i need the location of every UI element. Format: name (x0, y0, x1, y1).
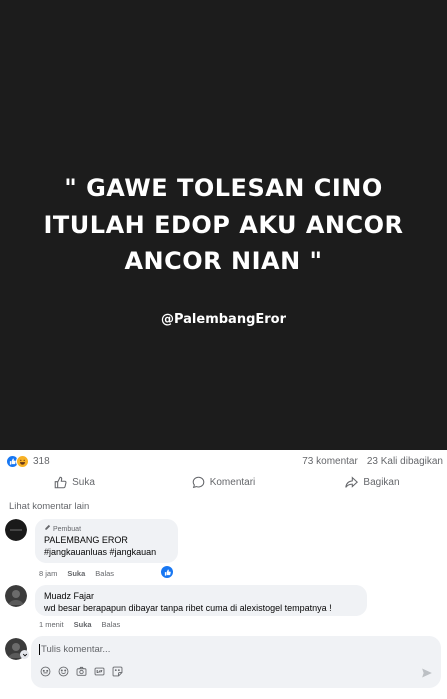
quote-line-3: ANCOR NIAN " (124, 247, 323, 275)
quote-line-2: ITULAH EDOP AKU ANCOR (43, 210, 404, 239)
share-arrow-icon (345, 475, 359, 489)
post-stats: 318 73 komentar 23 Kali dibagikan (0, 453, 447, 471)
comment-composer: Tulis komentar... (5, 636, 445, 690)
comment-meta: 1 menit Suka Balas (39, 620, 120, 629)
share-button-label: Bagikan (363, 476, 400, 488)
comment-text: wd besar berapapun dibayar tanpa ribet c… (44, 603, 332, 613)
like-button-label: Suka (72, 476, 95, 488)
comment-author[interactable]: Muadz Fajar (44, 590, 358, 602)
comment-bubble: Pembuat PALEMBANG EROR #jangkauanluas #j… (35, 519, 178, 563)
share-button[interactable]: Bagikan (298, 472, 447, 492)
reactions-summary[interactable]: 318 (6, 455, 50, 468)
avatar-sticker-icon[interactable] (40, 666, 51, 677)
comment-meta: 8 jam Suka Balas (39, 569, 114, 578)
comment-button-label: Komentari (209, 476, 256, 488)
chevron-down-icon[interactable] (20, 650, 29, 659)
reaction-count: 318 (33, 456, 50, 467)
comment-author[interactable]: PALEMBANG EROR (44, 534, 169, 546)
comment-time[interactable]: 8 jam (39, 569, 57, 578)
quote-line-1: " GAWE TOLESAN CINO (64, 174, 383, 202)
gif-icon[interactable] (94, 666, 105, 677)
comment-text: #jangkauanluas #jangkauan (44, 547, 157, 557)
comment-like-link[interactable]: Suka (74, 620, 92, 629)
emoji-icon[interactable] (58, 666, 69, 677)
pencil-icon (44, 524, 51, 534)
comment-time[interactable]: 1 menit (39, 620, 64, 629)
author-badge: Pembuat (44, 524, 169, 534)
avatar[interactable] (5, 585, 27, 607)
like-button[interactable]: Suka (0, 472, 149, 492)
comment-bubble: Muadz Fajar wd besar berapapun dibayar t… (35, 585, 367, 616)
send-icon[interactable] (421, 666, 433, 678)
post-image[interactable]: " GAWE TOLESAN CINO ITULAH EDOP AKU ANCO… (0, 0, 447, 450)
comment-input-box[interactable]: Tulis komentar... (31, 636, 441, 688)
comment-input[interactable]: Tulis komentar... (39, 644, 110, 655)
comment-like-link[interactable]: Suka (67, 569, 85, 578)
like-reaction-icon (161, 566, 173, 578)
comment-input-placeholder: Tulis komentar... (41, 644, 111, 656)
comment-reply-link[interactable]: Balas (95, 569, 114, 578)
post-handle: @PalembangEror (160, 312, 287, 327)
camera-icon[interactable] (76, 666, 87, 677)
thumbs-up-icon (54, 476, 67, 489)
share-count-link[interactable]: 23 Kali dibagikan (367, 456, 443, 467)
comment-bubble-icon (192, 476, 205, 489)
post-actions: Suka Komentari Bagikan (0, 472, 447, 492)
author-badge-label: Pembuat (53, 525, 82, 533)
comment-button[interactable]: Komentari (149, 472, 298, 492)
comment-count-link[interactable]: 73 komentar (302, 456, 358, 467)
view-more-comments-link[interactable]: Lihat komentar lain (9, 501, 89, 512)
haha-reaction-icon (16, 455, 29, 468)
composer-toolbar (40, 666, 123, 677)
comment-reply-link[interactable]: Balas (102, 620, 121, 629)
sticker-icon[interactable] (112, 666, 123, 677)
avatar[interactable] (5, 519, 27, 541)
post-quote: " GAWE TOLESAN CINO ITULAH EDOP AKU ANCO… (0, 170, 447, 280)
